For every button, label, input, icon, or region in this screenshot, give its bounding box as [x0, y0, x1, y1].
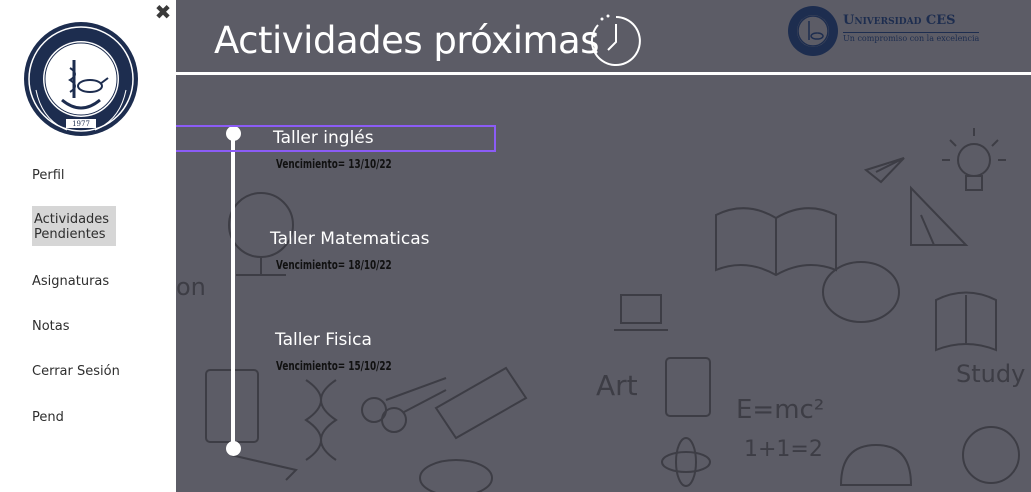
svg-text:on: on: [176, 273, 206, 301]
header-divider: [176, 72, 1031, 75]
activity-title[interactable]: Taller Fisica: [275, 330, 372, 350]
sidebar-item-notas[interactable]: Notas: [32, 319, 70, 334]
svg-text:1+1=2: 1+1=2: [744, 437, 823, 462]
activity-due-date: Vencimiento= 13/10/22: [276, 157, 392, 171]
university-seal-logo: 1977: [24, 22, 138, 136]
page-title: Actividades próximas: [214, 19, 599, 62]
sidebar-item-actividades-pendientes[interactable]: Actividades Pendientes: [32, 206, 116, 246]
svg-text:Study: Study: [956, 360, 1025, 388]
brand-seal-logo: [788, 6, 838, 56]
svg-text:Art: Art: [596, 369, 638, 402]
brand-tagline: Un compromiso con la excelencia: [843, 32, 980, 43]
sidebar-item-pend[interactable]: Pend: [32, 410, 64, 425]
timeline-line: [231, 133, 235, 449]
brand-name: Universidad CES: [843, 13, 956, 28]
timeline-end-dot: [226, 441, 241, 456]
svg-text:E=mc²: E=mc²: [736, 395, 824, 425]
sidebar-item-asignaturas[interactable]: Asignaturas: [32, 274, 109, 289]
svg-text:1977: 1977: [72, 120, 90, 128]
activity-due-date: Vencimiento= 15/10/22: [276, 359, 392, 373]
sidebar: ✖ 1977 Perfil Actividades Pendientes Asi…: [0, 0, 176, 492]
main-panel: Art E=mc² 1+1=2 Study on Actividades pró…: [176, 0, 1031, 492]
activity-title[interactable]: Taller Matematicas: [270, 229, 429, 249]
close-icon[interactable]: ✖: [153, 2, 173, 22]
activity-title[interactable]: Taller inglés: [273, 128, 374, 148]
clock-icon: [590, 14, 641, 66]
sidebar-item-cerrar-sesion[interactable]: Cerrar Sesión: [32, 364, 120, 379]
sidebar-item-perfil[interactable]: Perfil: [32, 168, 65, 183]
activity-due-date: Vencimiento= 18/10/22: [276, 258, 392, 272]
